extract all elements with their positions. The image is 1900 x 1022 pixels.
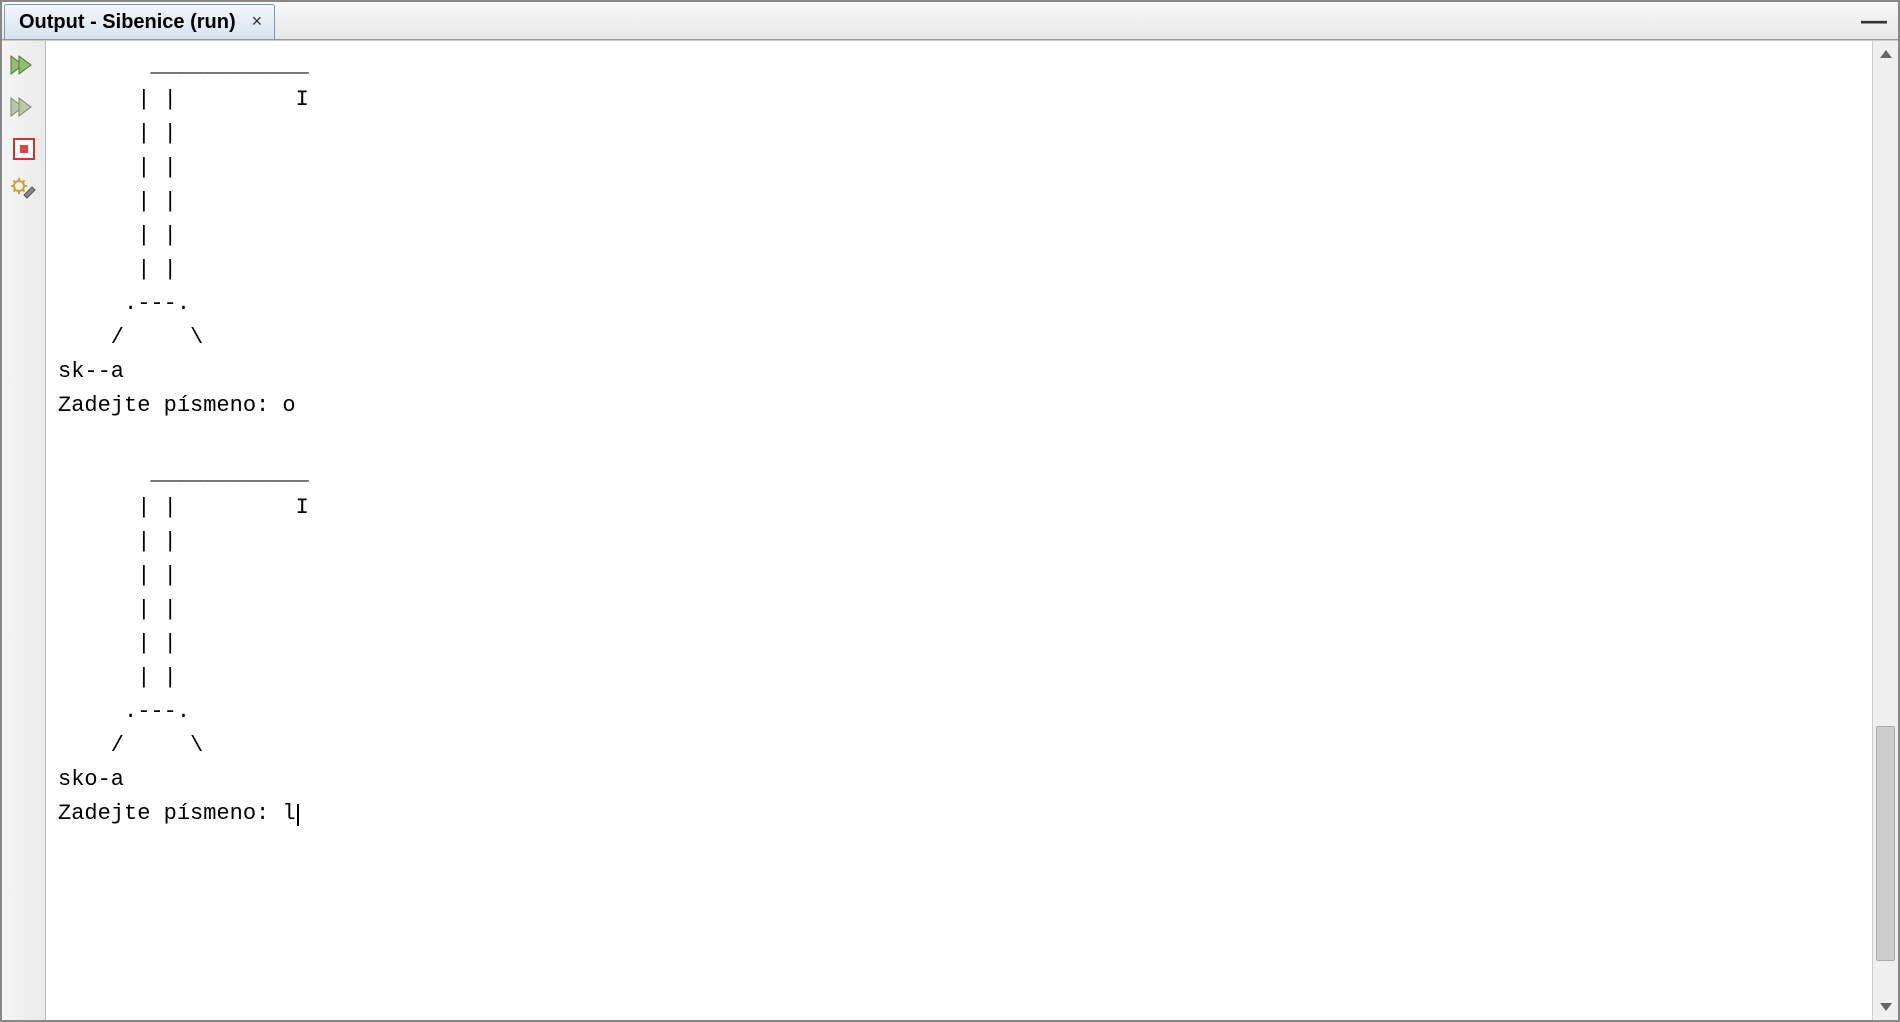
settings-button[interactable] — [6, 173, 42, 209]
console-wrap: ____________ | | I | | | | | | | | | | .… — [46, 41, 1898, 1020]
output-tab-title: Output - Sibenice (run) — [19, 11, 236, 34]
rerun-alt-button[interactable] — [6, 89, 42, 125]
wrench-gear-icon — [10, 177, 38, 205]
output-tab[interactable]: Output - Sibenice (run) × — [4, 4, 275, 39]
scroll-down-arrow[interactable] — [1873, 994, 1898, 1020]
titlebar-spacer — [275, 2, 1850, 39]
workarea: ____________ | | I | | | | | | | | | | .… — [2, 40, 1898, 1020]
rerun-button[interactable] — [6, 47, 42, 83]
minimize-button[interactable]: — — [1850, 2, 1898, 39]
titlebar: Output - Sibenice (run) × — — [2, 2, 1898, 40]
stop-button[interactable] — [6, 131, 42, 167]
side-toolbar — [2, 41, 46, 1020]
vertical-scrollbar[interactable] — [1872, 41, 1898, 1020]
chevron-up-icon — [1880, 50, 1892, 58]
chevron-down-icon — [1880, 1003, 1892, 1011]
scroll-thumb[interactable] — [1876, 726, 1895, 961]
double-play-grey-icon — [9, 95, 39, 119]
stop-icon — [11, 136, 37, 162]
output-console[interactable]: ____________ | | I | | | | | | | | | | .… — [46, 41, 1872, 1020]
close-icon[interactable]: × — [252, 12, 263, 32]
double-play-icon — [9, 53, 39, 77]
minimize-icon: — — [1861, 5, 1887, 36]
text-cursor — [297, 804, 299, 826]
scroll-up-arrow[interactable] — [1873, 41, 1898, 67]
